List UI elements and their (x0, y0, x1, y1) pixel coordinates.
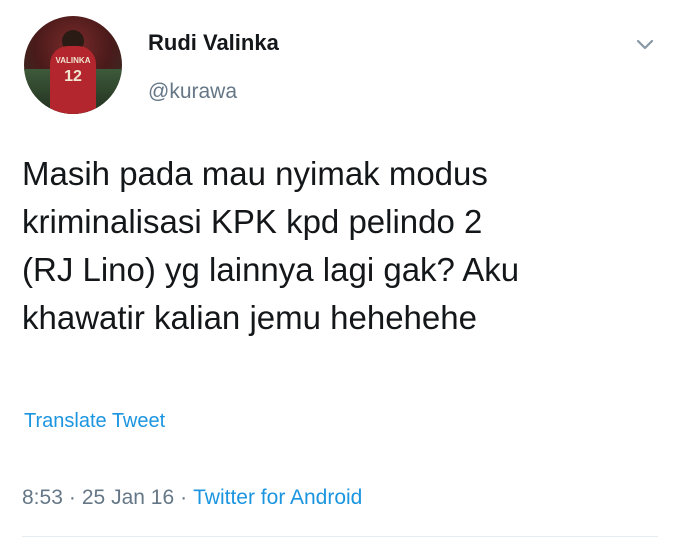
tweet-text-line: (RJ Lino) yg lainnya lagi gak? Aku (22, 251, 520, 288)
divider (22, 536, 658, 537)
separator: · (180, 486, 188, 509)
avatar-shirt-name: VALINKA (55, 56, 91, 65)
avatar[interactable]: VALINKA 12 (24, 16, 122, 114)
author-display-name[interactable]: Rudi Valinka (148, 30, 279, 56)
chevron-down-icon[interactable] (634, 34, 656, 56)
avatar-shirt: VALINKA 12 (50, 46, 96, 114)
tweet-text: Masih pada mau nyimak modus kriminalisas… (22, 150, 662, 342)
tweet-time: 8:53 (22, 486, 63, 509)
tweet-source-link[interactable]: Twitter for Android (193, 486, 362, 509)
tweet-text-line: Masih pada mau nyimak modus (22, 155, 488, 192)
author-handle[interactable]: @kurawa (148, 80, 237, 104)
tweet-text-line: khawatir kalian jemu hehehehe (22, 299, 477, 336)
avatar-shirt-number: 12 (64, 68, 82, 85)
tweet-text-line: kriminalisasi KPK kpd pelindo 2 (22, 203, 483, 240)
tweet-date: 25 Jan 16 (81, 486, 175, 509)
tweet-metadata: 8:53 · 25 Jan 16 · Twitter for Android (22, 486, 362, 510)
separator: · (68, 486, 76, 509)
translate-tweet-link[interactable]: Translate Tweet (24, 410, 165, 433)
